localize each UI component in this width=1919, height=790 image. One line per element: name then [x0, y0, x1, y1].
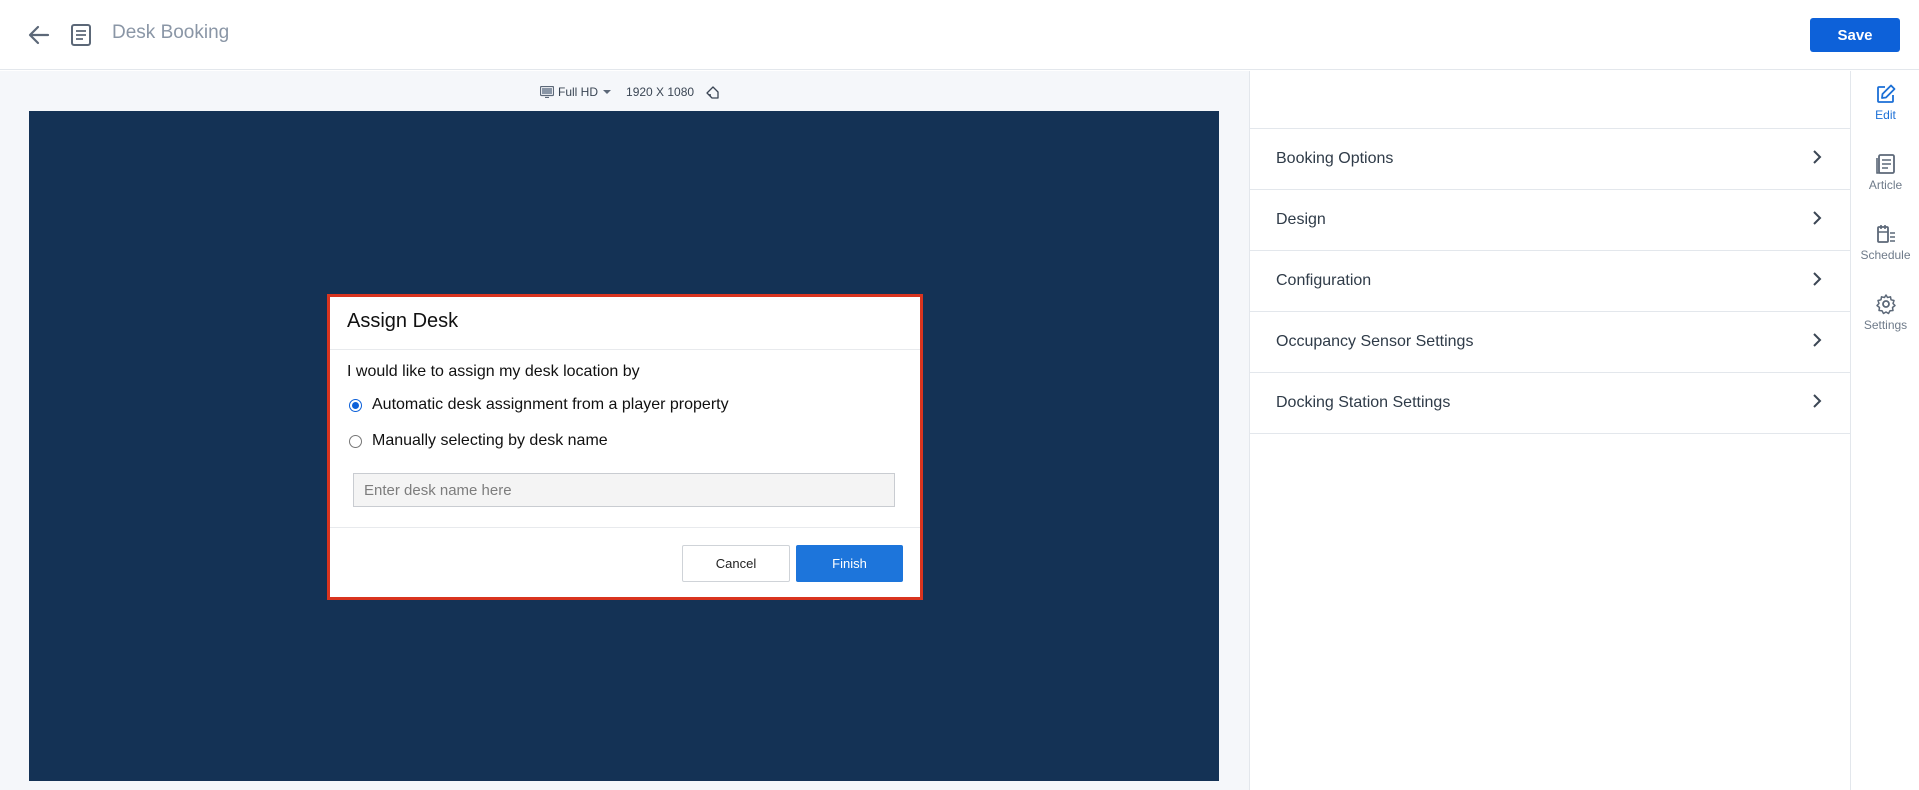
cancel-button[interactable]: Cancel	[682, 545, 790, 582]
right-rail: Edit Article Schedule Settings	[1850, 71, 1919, 790]
panel-item-label: Configuration	[1276, 272, 1372, 289]
panel-item-booking-options[interactable]: Booking Options	[1250, 129, 1850, 190]
properties-panel: Booking Options Design Configuration Occ…	[1249, 71, 1850, 790]
resolution-dimensions: 1920 X 1080	[626, 85, 695, 99]
rail-item-edit[interactable]: Edit	[1851, 71, 1919, 133]
panel-item-design[interactable]: Design	[1250, 190, 1850, 251]
save-button[interactable]: Save	[1810, 18, 1900, 52]
rail-item-label: Edit	[1875, 108, 1896, 122]
article-icon	[1875, 154, 1895, 174]
dialog-title: Assign Desk	[347, 310, 459, 332]
panel-item-label: Occupancy Sensor Settings	[1276, 333, 1474, 350]
edit-icon	[1876, 84, 1895, 103]
canvas-area: Full HD 1920 X 1080 Assign Desk I would …	[0, 71, 1249, 790]
resolution-selector[interactable]: Full HD 1920 X 1080	[540, 83, 719, 101]
rail-item-label: Article	[1868, 178, 1903, 192]
resolution-preset[interactable]: Full HD	[558, 85, 598, 99]
page-title: Desk Booking	[112, 22, 230, 43]
monitor-icon	[540, 86, 554, 98]
radio-automatic[interactable]	[349, 398, 362, 412]
chevron-right-icon	[1813, 150, 1822, 164]
panel-item-label: Booking Options	[1276, 150, 1394, 167]
option-automatic-label[interactable]: Automatic desk assignment from a player …	[372, 396, 729, 414]
rail-item-article[interactable]: Article	[1851, 141, 1919, 203]
document-icon	[71, 24, 91, 46]
panel-item-label: Docking Station Settings	[1276, 394, 1451, 411]
dialog-prompt: I would like to assign my desk location …	[347, 363, 640, 380]
rail-item-label: Schedule	[1860, 248, 1911, 262]
radio-manual[interactable]	[349, 434, 362, 448]
back-arrow-icon[interactable]	[26, 22, 52, 48]
schedule-icon	[1876, 225, 1895, 243]
option-manual[interactable]: Manually selecting by desk name	[347, 431, 903, 451]
settings-list: Booking Options Design Configuration Occ…	[1250, 128, 1850, 434]
finish-button[interactable]: Finish	[796, 545, 903, 582]
chevron-right-icon	[1813, 272, 1822, 286]
chevron-right-icon	[1813, 333, 1822, 347]
panel-item-configuration[interactable]: Configuration	[1250, 251, 1850, 312]
chevron-right-icon	[1813, 211, 1822, 225]
top-bar: Desk Booking Save	[0, 0, 1919, 70]
option-automatic[interactable]: Automatic desk assignment from a player …	[347, 395, 903, 415]
screen-preview: Assign Desk I would like to assign my de…	[29, 111, 1219, 781]
gear-icon	[1875, 294, 1896, 315]
tag-icon[interactable]	[706, 85, 719, 99]
rail-item-label: Settings	[1863, 318, 1908, 332]
option-manual-label[interactable]: Manually selecting by desk name	[372, 432, 608, 450]
desk-name-input[interactable]	[353, 473, 895, 507]
dialog-body: I would like to assign my desk location …	[330, 350, 920, 528]
caret-down-icon[interactable]	[602, 88, 612, 96]
panel-item-occupancy-sensor-settings[interactable]: Occupancy Sensor Settings	[1250, 312, 1850, 373]
rail-item-settings[interactable]: Settings	[1851, 281, 1919, 343]
rail-item-schedule[interactable]: Schedule	[1851, 211, 1919, 273]
panel-item-docking-station-settings[interactable]: Docking Station Settings	[1250, 373, 1850, 434]
dialog-footer: Cancel Finish	[330, 528, 920, 600]
chevron-right-icon	[1813, 394, 1822, 408]
assign-desk-dialog: Assign Desk I would like to assign my de…	[327, 294, 923, 600]
panel-item-label: Design	[1276, 211, 1326, 228]
dialog-header: Assign Desk	[330, 297, 920, 350]
